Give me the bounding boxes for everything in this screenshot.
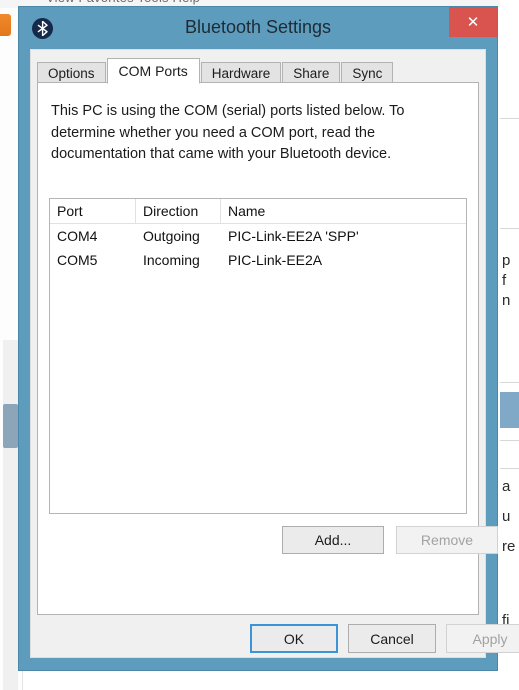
com-ports-listview[interactable]: Port Direction Name COM4 Outgoing PIC-Li… [49, 198, 467, 514]
close-icon: ✕ [466, 13, 480, 31]
cell-name: PIC-Link-EE2A [228, 252, 323, 268]
tab-hardware[interactable]: Hardware [200, 62, 282, 83]
background-scrollbar-thumb[interactable] [3, 404, 18, 448]
background-text-fragment: p [502, 252, 511, 269]
background-text-fragment: re [502, 538, 516, 555]
tab-panel-com-ports: This PC is using the COM (serial) ports … [37, 82, 498, 615]
table-row[interactable]: COM4 Outgoing PIC-Link-EE2A 'SPP' [50, 224, 466, 248]
cell-direction: Outgoing [143, 228, 200, 244]
dialog-title: Bluetooth Settings [184, 17, 332, 37]
cell-port: COM4 [57, 228, 98, 244]
background-text-fragment: a [502, 478, 511, 495]
column-header-port[interactable]: Port [50, 199, 136, 223]
cell-name: PIC-Link-EE2A 'SPP' [228, 228, 359, 244]
app-icon [0, 14, 11, 36]
listview-header: Port Direction Name [50, 199, 466, 224]
tab-options[interactable]: Options [37, 62, 106, 83]
background-selected-row [500, 392, 519, 428]
background-divider [500, 440, 519, 441]
background-divider [500, 228, 519, 229]
background-menu-text: View Favorites Tools Help [46, 0, 200, 5]
tab-strip: Options COM Ports Hardware Share Sync [37, 58, 394, 84]
cell-direction: Incoming [143, 252, 200, 268]
cancel-button[interactable]: Cancel [348, 624, 436, 653]
background-divider [500, 382, 519, 383]
add-button[interactable]: Add... [282, 526, 384, 554]
description-text: This PC is using the COM (serial) ports … [51, 103, 405, 162]
tab-com-ports[interactable]: COM Ports [106, 58, 200, 84]
dialog-titlebar[interactable]: Bluetooth Settings ✕ [19, 7, 497, 49]
cell-port: COM5 [57, 252, 98, 268]
background-divider [500, 118, 519, 119]
ok-button[interactable]: OK [250, 624, 338, 653]
table-row[interactable]: COM5 Incoming PIC-Link-EE2A [50, 248, 466, 272]
dialog-body: Options COM Ports Hardware Share Sync Th… [30, 49, 519, 658]
background-text-fragment: n [502, 292, 511, 309]
tab-sync[interactable]: Sync [341, 62, 394, 83]
column-header-name[interactable]: Name [221, 199, 466, 223]
close-button[interactable]: ✕ [449, 7, 497, 37]
background-right-panel [500, 0, 519, 690]
background-text-fragment: u [502, 508, 511, 525]
background-scrollbar-track[interactable] [3, 340, 18, 690]
background-text-fragment: f [502, 272, 507, 289]
column-header-direction[interactable]: Direction [136, 199, 221, 223]
remove-button: Remove [396, 526, 498, 554]
background-divider [500, 468, 519, 469]
apply-button: Apply [446, 624, 519, 653]
tab-share[interactable]: Share [282, 62, 341, 83]
bluetooth-settings-dialog: Bluetooth Settings ✕ Options COM Ports H… [19, 7, 519, 670]
